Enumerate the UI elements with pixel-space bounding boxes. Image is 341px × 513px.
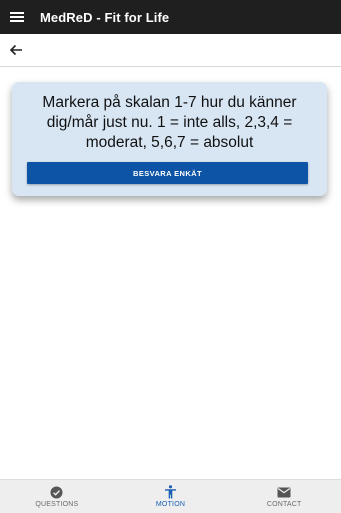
survey-card: Markera på skalan 1-7 hur du känner dig/… xyxy=(12,82,327,196)
app-bar: MedReD - Fit for Life xyxy=(0,0,341,34)
nav-label-motion: MOTION xyxy=(155,501,186,508)
arrow-back-icon[interactable] xyxy=(6,40,26,60)
toolbar xyxy=(0,34,341,67)
check-circle-icon xyxy=(50,485,64,499)
answer-survey-button[interactable]: BESVARA ENKÄT xyxy=(27,162,308,184)
survey-instruction-text: Markera på skalan 1-7 hur du känner dig/… xyxy=(42,94,297,151)
nav-item-questions[interactable]: QUESTIONS xyxy=(0,480,114,513)
nav-item-motion[interactable]: MOTION xyxy=(114,480,228,513)
nav-item-contact[interactable]: CONTACT xyxy=(227,480,341,513)
accessibility-person-icon xyxy=(164,485,178,499)
bottom-navigation: QUESTIONS MOTION CONTACT xyxy=(0,479,341,513)
app-title: MedReD - Fit for Life xyxy=(40,9,170,25)
mail-icon xyxy=(277,485,291,499)
hamburger-menu-icon[interactable] xyxy=(0,0,34,34)
nav-label-questions: QUESTIONS xyxy=(35,501,79,508)
nav-label-contact: CONTACT xyxy=(266,501,302,508)
